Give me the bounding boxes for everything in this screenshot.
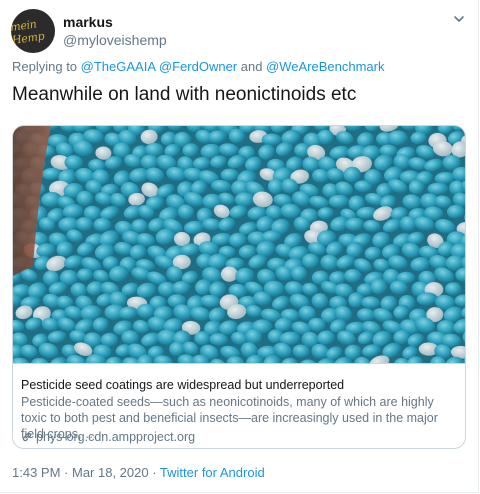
tweet-container: mein Hemp markus @myloveishemp Replying … [0,0,479,493]
replying-to-conj: and [237,59,267,74]
card-link[interactable]: phys-org.cdn.ampproject.org [21,430,195,444]
link-icon [22,432,32,442]
tweet-text: Meanwhile on land with neonictinoids etc [12,84,357,105]
mention-link-2[interactable]: @FerdOwner [159,59,237,74]
author-handle[interactable]: @myloveishemp [63,32,167,48]
card-body: Pesticide seed coatings are widespread b… [13,363,465,448]
avatar-logo-text: mein Hemp [11,17,46,47]
mention-link-1[interactable]: @TheGAAIA [81,59,156,74]
tweet-source[interactable]: Twitter for Android [160,465,265,480]
tweet-date[interactable]: Mar 18, 2020 [72,465,149,480]
chevron-down-icon[interactable] [452,12,466,26]
meta-separator-2: · [148,465,160,480]
card-link-text: phys-org.cdn.ampproject.org [36,430,196,444]
replying-to-prefix: Replying to [12,59,81,74]
card-title: Pesticide seed coatings are widespread b… [21,378,345,392]
tweet-meta: 1:43 PM · Mar 18, 2020 · Twitter for And… [12,465,265,480]
tweet-time[interactable]: 1:43 PM [12,465,60,480]
avatar[interactable]: mein Hemp [11,9,55,53]
mention-link-3[interactable]: @WeAreBenchmark [266,59,384,74]
replying-to: Replying to @TheGAAIA @FerdOwner and @We… [12,59,385,74]
author-name[interactable]: markus [63,14,113,30]
link-card[interactable]: Pesticide seed coatings are widespread b… [12,125,466,449]
meta-separator-1: · [60,465,72,480]
card-image[interactable] [13,126,465,363]
